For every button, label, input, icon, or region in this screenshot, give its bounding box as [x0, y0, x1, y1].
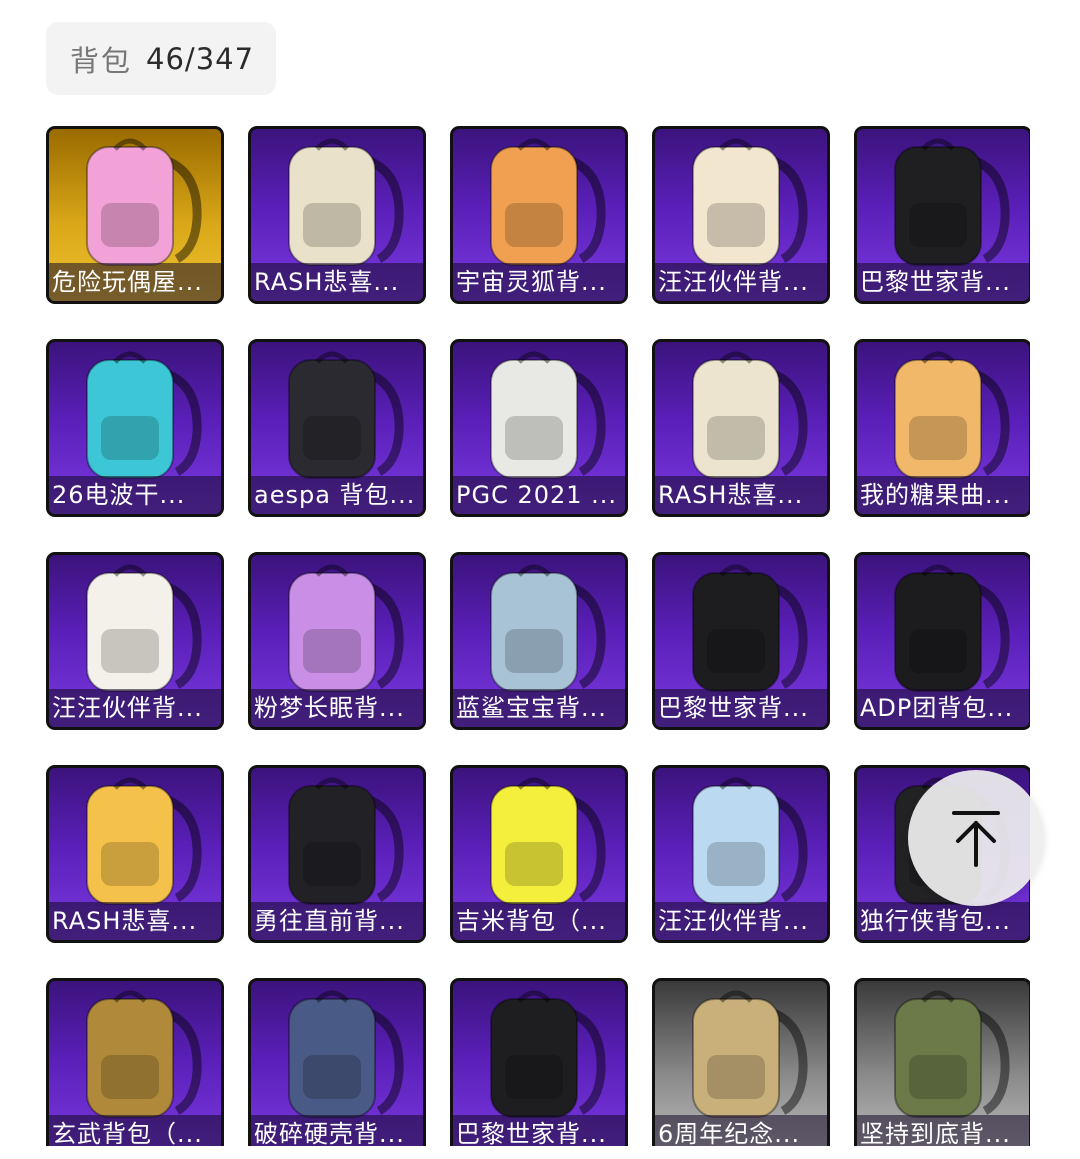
backpack-item-card[interactable]: 勇往直前背...	[248, 765, 426, 943]
backpack-item-name: RASH悲喜...	[251, 263, 423, 301]
backpack-item-name: 独行侠背包...	[857, 902, 1029, 940]
backpack-item-name: 宇宙灵狐背...	[453, 263, 625, 301]
backpack-item-card[interactable]: 我的糖果曲...	[854, 339, 1030, 517]
backpack-item-card[interactable]: RASH悲喜...	[46, 765, 224, 943]
item-count: 46/347	[146, 41, 255, 76]
backpack-item-card[interactable]: 汪汪伙伴背...	[652, 126, 830, 304]
backpack-grid: 危险玩偶屋... RASH悲喜... 宇宙灵狐背... 汪汪伙伴背... 巴黎世家背..…	[46, 126, 1030, 1146]
backpack-item-name: 粉梦长眠背...	[251, 689, 423, 727]
backpack-item-name: 汪汪伙伴背...	[655, 902, 827, 940]
backpack-count-badge: 背包 46/347	[46, 22, 276, 95]
backpack-item-card[interactable]: 坚持到底背...	[854, 978, 1030, 1146]
backpack-item-name: 危险玩偶屋...	[49, 263, 221, 301]
backpack-item-name: aespa 背包...	[251, 476, 423, 514]
backpack-item-card[interactable]: RASH悲喜...	[652, 339, 830, 517]
backpack-item-card[interactable]: aespa 背包...	[248, 339, 426, 517]
backpack-item-name: ADP团背包...	[857, 689, 1029, 727]
backpack-item-name: 勇往直前背...	[251, 902, 423, 940]
backpack-item-card[interactable]: 26电波干...	[46, 339, 224, 517]
backpack-item-card[interactable]: 宇宙灵狐背...	[450, 126, 628, 304]
backpack-item-card[interactable]: 巴黎世家背...	[652, 552, 830, 730]
backpack-item-card[interactable]: 汪汪伙伴背...	[652, 765, 830, 943]
backpack-item-card[interactable]: 破碎硬壳背...	[248, 978, 426, 1146]
backpack-item-name: RASH悲喜...	[49, 902, 221, 940]
backpack-item-card[interactable]: 巴黎世家背...	[854, 126, 1030, 304]
backpack-item-card[interactable]: 粉梦长眠背...	[248, 552, 426, 730]
backpack-item-name: 巴黎世家背...	[453, 1115, 625, 1146]
backpack-item-card[interactable]: 蓝鲨宝宝背...	[450, 552, 628, 730]
backpack-item-card[interactable]: ADP团背包...	[854, 552, 1030, 730]
backpack-item-card[interactable]: 汪汪伙伴背...	[46, 552, 224, 730]
backpack-item-card[interactable]: 吉米背包（...	[450, 765, 628, 943]
backpack-item-card[interactable]: 巴黎世家背...	[450, 978, 628, 1146]
backpack-item-name: PGC 2021 ...	[453, 476, 625, 514]
backpack-item-name: 26电波干...	[49, 476, 221, 514]
backpack-item-card[interactable]: PGC 2021 ...	[450, 339, 628, 517]
backpack-item-name: 吉米背包（...	[453, 902, 625, 940]
backpack-item-card[interactable]: 玄武背包（...	[46, 978, 224, 1146]
backpack-item-name: 巴黎世家背...	[655, 689, 827, 727]
backpack-item-card[interactable]: RASH悲喜...	[248, 126, 426, 304]
backpack-item-name: 玄武背包（...	[49, 1115, 221, 1146]
backpack-item-name: 6周年纪念...	[655, 1115, 827, 1146]
category-label: 背包	[70, 43, 133, 78]
backpack-item-name: 汪汪伙伴背...	[49, 689, 221, 727]
backpack-item-name: RASH悲喜...	[655, 476, 827, 514]
scroll-to-top-button[interactable]	[908, 770, 1044, 906]
backpack-item-name: 蓝鲨宝宝背...	[453, 689, 625, 727]
backpack-item-card[interactable]: 危险玩偶屋...	[46, 126, 224, 304]
backpack-item-name: 汪汪伙伴背...	[655, 263, 827, 301]
backpack-item-card[interactable]: 6周年纪念...	[652, 978, 830, 1146]
backpack-item-name: 破碎硬壳背...	[251, 1115, 423, 1146]
arrow-up-to-top-icon	[952, 811, 1000, 867]
backpack-item-name: 坚持到底背...	[857, 1115, 1029, 1146]
backpack-item-name: 我的糖果曲...	[857, 476, 1029, 514]
backpack-item-name: 巴黎世家背...	[857, 263, 1029, 301]
